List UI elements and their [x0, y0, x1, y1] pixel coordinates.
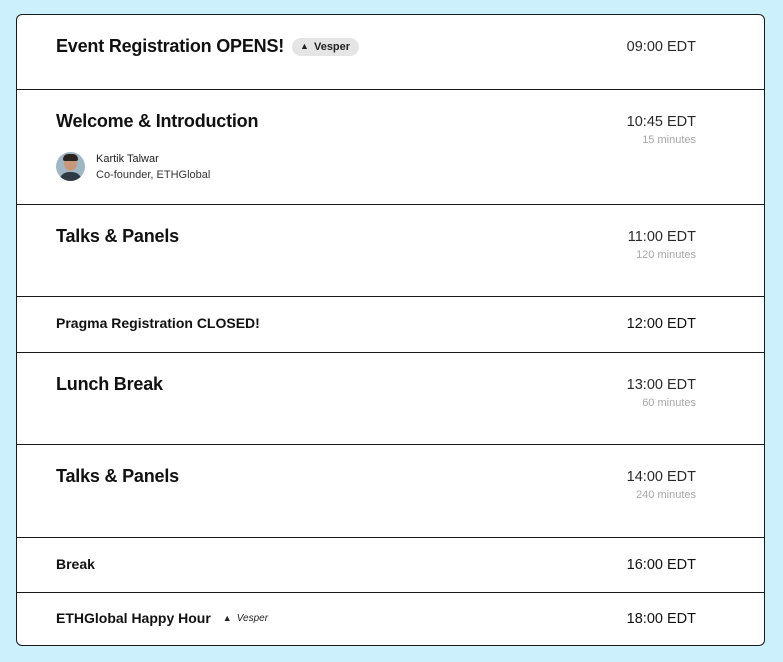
- session-time: 14:00 EDT: [626, 469, 696, 485]
- schedule-row[interactable]: Pragma Registration CLOSED! 12:00 EDT: [17, 297, 764, 353]
- session-time: 12:00 EDT: [626, 316, 696, 332]
- session-time: 13:00 EDT: [626, 377, 696, 393]
- session-title: Pragma Registration CLOSED!: [56, 315, 260, 331]
- speaker[interactable]: Kartik Talwar Co-founder, ETHGlobal: [56, 152, 210, 181]
- avatar: [56, 152, 85, 181]
- schedule-row[interactable]: Break 16:00 EDT: [17, 538, 764, 593]
- session-title: Break: [56, 556, 95, 572]
- schedule-row[interactable]: ETHGlobal Happy Hour ▲ Vesper 18:00 EDT: [17, 593, 764, 645]
- vesper-logo-icon: ▲: [300, 41, 309, 51]
- session-title: ETHGlobal Happy Hour ▲ Vesper: [56, 610, 269, 626]
- session-time: 18:00 EDT: [626, 611, 696, 627]
- session-time: 16:00 EDT: [626, 557, 696, 573]
- session-title: Talks & Panels: [56, 466, 179, 486]
- session-time: 10:45 EDT: [626, 114, 696, 130]
- session-duration: 120 minutes: [636, 249, 696, 261]
- session-time: 09:00 EDT: [626, 39, 696, 55]
- session-duration: 15 minutes: [642, 134, 696, 146]
- session-title: Welcome & Introduction: [56, 111, 259, 131]
- schedule-row[interactable]: Welcome & Introduction Kartik Talwar Co-…: [17, 90, 764, 205]
- session-title: Talks & Panels: [56, 226, 179, 246]
- speaker-role: Co-founder, ETHGlobal: [96, 168, 211, 181]
- session-time: 11:00 EDT: [627, 229, 696, 245]
- schedule-row[interactable]: Talks & Panels 11:00 EDT 120 minutes: [17, 205, 764, 297]
- vesper-logo-icon: ▲: [222, 612, 232, 623]
- sponsor-badge[interactable]: ▲ Vesper: [292, 37, 360, 56]
- session-title: Event Registration OPENS! ▲ Vesper: [56, 36, 360, 57]
- session-title: Lunch Break: [56, 374, 163, 394]
- event-schedule: Event Registration OPENS! ▲ Vesper 09:00…: [16, 14, 765, 646]
- schedule-row[interactable]: Lunch Break 13:00 EDT 60 minutes: [17, 353, 764, 445]
- session-duration: 240 minutes: [636, 489, 696, 501]
- schedule-row[interactable]: Event Registration OPENS! ▲ Vesper 09:00…: [17, 15, 764, 90]
- speaker-name: Kartik Talwar: [96, 152, 159, 165]
- session-duration: 60 minutes: [642, 397, 696, 409]
- schedule-row[interactable]: Talks & Panels 14:00 EDT 240 minutes: [17, 445, 764, 538]
- sponsor-badge[interactable]: ▲ Vesper: [223, 613, 268, 624]
